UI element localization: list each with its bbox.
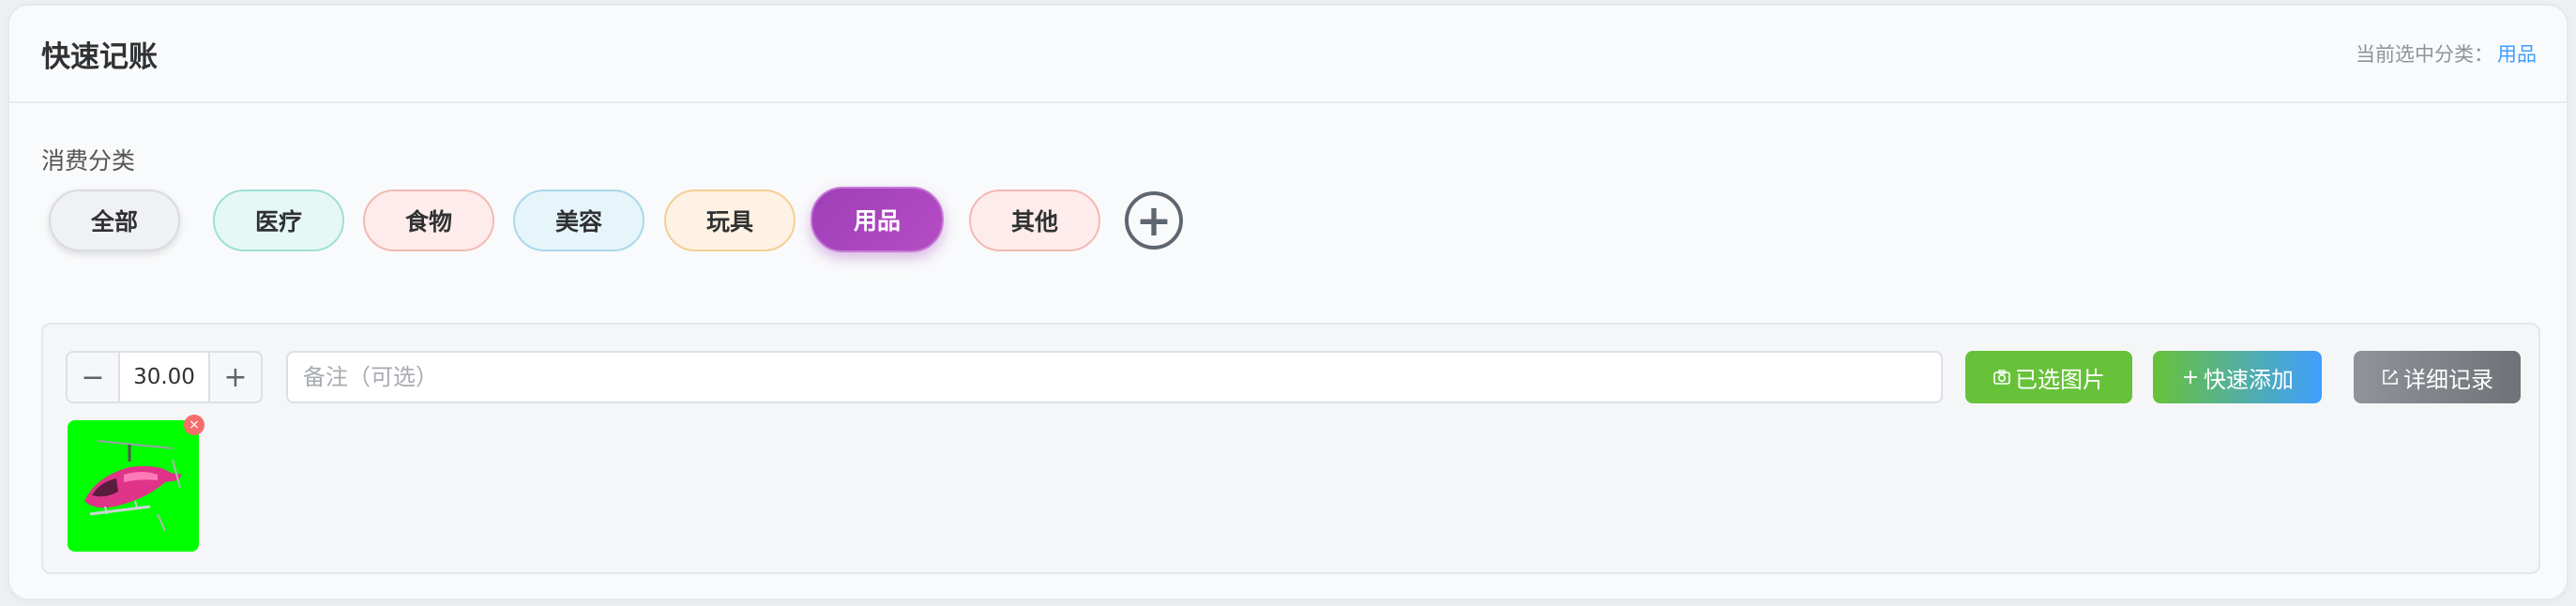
current-category-label: 当前选中分类： [2356, 43, 2493, 66]
note-input[interactable] [286, 351, 1943, 403]
current-category: 当前选中分类： 用品 [2356, 39, 2537, 68]
decrease-amount-button[interactable]: − [68, 353, 120, 401]
category-section-label: 消费分类 [41, 147, 136, 174]
category-chip-list: 全部 医疗 食物 美容 玩具 用品 其他 + [41, 187, 1205, 254]
current-category-value: 用品 [2497, 43, 2537, 66]
detail-record-label: 详细记录 [2403, 366, 2493, 393]
category-chip-beauty[interactable]: 美容 [513, 189, 644, 251]
quick-add-label: 快速添加 [2204, 366, 2294, 393]
increase-amount-button[interactable]: + [208, 353, 261, 401]
plus-circle-icon: + [1135, 195, 1173, 246]
category-chip-food[interactable]: 食物 [363, 189, 494, 251]
amount-value[interactable]: 30.00 [120, 353, 208, 401]
plus-icon [2184, 371, 2197, 384]
remove-image-button[interactable]: × [184, 415, 205, 435]
card-header: 快速记账 当前选中分类： 用品 [9, 6, 2567, 103]
helicopter-image [68, 420, 199, 552]
edit-icon [2383, 370, 2398, 385]
add-category-button[interactable]: + [1125, 191, 1183, 250]
selected-image-thumbnail[interactable] [68, 420, 199, 552]
detail-record-button[interactable]: 详细记录 [2354, 351, 2521, 403]
quick-record-card: 快速记账 当前选中分类： 用品 消费分类 全部 医疗 食物 美容 玩具 用品 其他… [8, 4, 2568, 600]
category-chip-toy[interactable]: 玩具 [664, 189, 796, 251]
page-title: 快速记账 [41, 39, 158, 74]
selected-photo-label: 已选图片 [2015, 366, 2105, 393]
category-chip-supplies[interactable]: 用品 [811, 187, 944, 252]
selected-photo-button[interactable]: 已选图片 [1965, 351, 2132, 403]
close-icon: × [189, 417, 200, 432]
category-chip-all[interactable]: 全部 [49, 189, 180, 251]
plus-icon: + [223, 360, 248, 394]
camera-icon [1993, 370, 2010, 385]
category-chip-medical[interactable]: 医疗 [213, 189, 344, 251]
entry-panel: − 30.00 + 已选图片 快速添加 [41, 323, 2540, 574]
amount-stepper: − 30.00 + [66, 351, 263, 403]
quick-add-button[interactable]: 快速添加 [2153, 351, 2322, 403]
minus-icon: − [81, 360, 105, 394]
category-chip-other[interactable]: 其他 [969, 189, 1100, 251]
